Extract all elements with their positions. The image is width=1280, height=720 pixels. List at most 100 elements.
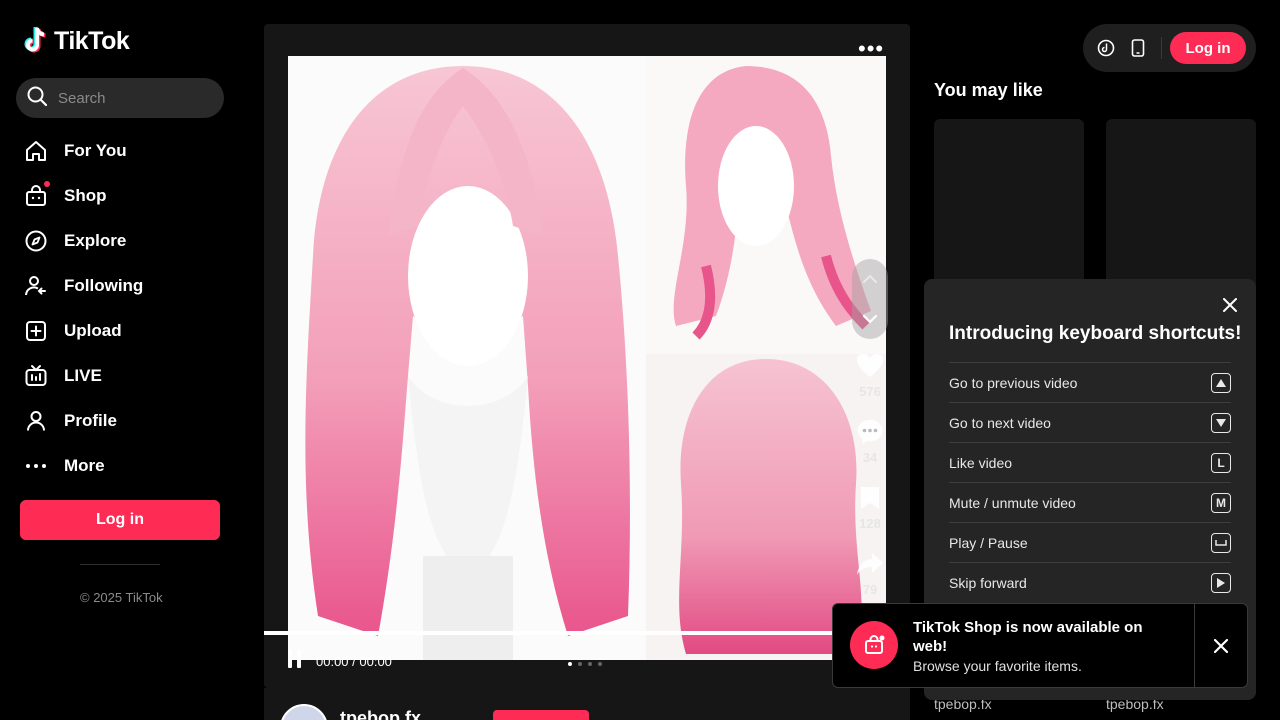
home-icon xyxy=(24,139,48,163)
divider xyxy=(1194,604,1195,687)
share-icon[interactable] xyxy=(854,548,886,580)
slide-indicator xyxy=(568,662,602,666)
section-title: You may like xyxy=(934,80,1043,100)
profile-icon xyxy=(24,409,48,433)
sidebar-item-label: Shop xyxy=(64,185,107,205)
sidebar-item-explore[interactable]: Explore xyxy=(0,218,240,263)
shortcut-row: Mute / unmute video M xyxy=(949,482,1231,522)
sidebar-item-label: Profile xyxy=(64,410,117,430)
slide-dot[interactable] xyxy=(568,662,572,666)
close-icon[interactable] xyxy=(1220,295,1240,315)
shortcut-row: Go to next video xyxy=(949,402,1231,442)
close-icon[interactable] xyxy=(1211,636,1231,656)
comment-count: 34 xyxy=(862,450,878,465)
live-icon xyxy=(24,364,48,388)
shop-bag-icon xyxy=(24,180,50,208)
more-options-button[interactable]: ••• xyxy=(858,38,884,60)
divider xyxy=(80,564,160,565)
sidebar-login-button[interactable]: Log in xyxy=(20,500,220,540)
shortcut-list: Go to previous video Go to next video Li… xyxy=(949,362,1231,602)
pause-icon xyxy=(288,650,292,668)
search-icon xyxy=(26,85,48,112)
wig-image-side xyxy=(646,56,886,354)
sidebar-nav: For You Shop Explore Following Upload LI… xyxy=(0,128,240,488)
comment-icon[interactable] xyxy=(854,416,886,448)
shortcut-label: Go to previous video xyxy=(949,374,1078,391)
sidebar-item-more[interactable]: More xyxy=(0,443,240,488)
next-video-button[interactable] xyxy=(858,307,882,331)
bookmark-icon[interactable] xyxy=(854,482,886,514)
shortcut-label: Play / Pause xyxy=(949,534,1028,551)
pause-button[interactable] xyxy=(288,650,304,670)
sidebar-item-shop[interactable]: Shop xyxy=(0,173,240,218)
shortcut-label: Like video xyxy=(949,454,1013,471)
sidebar-item-profile[interactable]: Profile xyxy=(0,398,240,443)
login-button[interactable]: Log in xyxy=(1170,32,1246,64)
previous-video-button[interactable] xyxy=(858,267,882,291)
share-count: 79 xyxy=(862,582,878,597)
shortcut-key: M xyxy=(1211,492,1231,513)
sidebar-item-for-you[interactable]: For You xyxy=(0,128,240,173)
wig-image-main xyxy=(288,56,646,660)
search-input[interactable] xyxy=(58,89,208,107)
shop-bag-icon xyxy=(850,621,898,669)
shortcut-label: Go to next video xyxy=(949,414,1051,431)
share-action[interactable]: 79 xyxy=(850,548,890,597)
avatar[interactable] xyxy=(280,704,328,720)
progress-fill xyxy=(264,631,910,635)
shortcut-label: Mute / unmute video xyxy=(949,494,1076,511)
video-content[interactable] xyxy=(288,56,886,660)
shortcut-row: Go to previous video xyxy=(949,362,1231,402)
slide-dot[interactable] xyxy=(598,662,602,666)
shortcut-label: Skip forward xyxy=(949,574,1027,591)
toast-subtitle: Browse your favorite items. xyxy=(913,658,1082,674)
shortcut-row: Play / Pause xyxy=(949,522,1231,562)
slide-dot[interactable] xyxy=(588,662,592,666)
tiktok-note-icon xyxy=(24,26,50,56)
heart-icon[interactable] xyxy=(854,350,886,382)
upload-icon xyxy=(24,319,48,343)
phone-icon[interactable] xyxy=(1127,37,1149,59)
save-count: 128 xyxy=(859,516,881,531)
video-navigation xyxy=(852,259,888,339)
toast-title: TikTok Shop is now available on web! xyxy=(913,619,1143,655)
sidebar-item-label: Upload xyxy=(64,320,122,340)
save-action[interactable]: 128 xyxy=(850,482,890,531)
shortcut-row: Like video L xyxy=(949,442,1231,482)
tiktok-coin-icon[interactable] xyxy=(1095,37,1117,59)
shortcut-row: Skip forward xyxy=(949,562,1231,602)
arrow-up-key-icon xyxy=(1211,372,1231,393)
popup-title: Introducing keyboard shortcuts! xyxy=(949,323,1242,344)
sidebar-item-label: For You xyxy=(64,140,127,160)
shortcut-key: L xyxy=(1211,452,1231,473)
follow-button[interactable] xyxy=(493,710,589,720)
time-display: 00:00 / 00:00 xyxy=(316,654,392,669)
sidebar-item-label: Explore xyxy=(64,230,127,250)
notification-dot xyxy=(44,180,50,187)
chevron-down-icon xyxy=(862,314,878,324)
sidebar-item-following[interactable]: Following xyxy=(0,263,240,308)
slide-dot[interactable] xyxy=(578,662,582,666)
sidebar-item-label: LIVE xyxy=(64,365,102,385)
following-icon xyxy=(24,274,48,298)
logo-text: TikTok xyxy=(54,26,130,55)
comment-action[interactable]: 34 xyxy=(850,416,890,465)
top-actions: Log in xyxy=(1083,24,1256,72)
sidebar-item-label: More xyxy=(64,455,105,475)
compass-icon xyxy=(24,229,48,253)
divider xyxy=(1161,37,1162,59)
author-name[interactable]: tpebop.fx xyxy=(340,708,421,720)
like-action[interactable]: 576 xyxy=(850,350,890,399)
video-player[interactable]: ••• 576 34 128 79 00:00 / 00:00 xyxy=(264,24,910,688)
like-count: 576 xyxy=(859,384,881,399)
sidebar-item-upload[interactable]: Upload xyxy=(0,308,240,353)
tiktok-logo[interactable]: TikTok xyxy=(24,26,130,56)
author-bar: tpebop.fx xyxy=(264,688,910,720)
arrow-down-key-icon xyxy=(1211,412,1231,433)
progress-bar[interactable] xyxy=(264,631,910,635)
sidebar-item-live[interactable]: LIVE xyxy=(0,353,240,398)
search-box[interactable] xyxy=(16,78,224,118)
sidebar: TikTok For You Shop Explore xyxy=(0,0,240,720)
arrow-right-key-icon xyxy=(1211,572,1231,593)
copyright-text: © 2025 TikTok xyxy=(80,590,163,605)
